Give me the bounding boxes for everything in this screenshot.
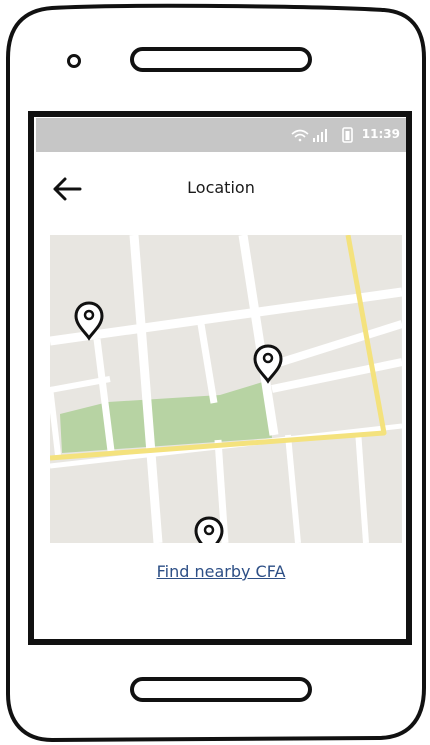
wifi-icon xyxy=(291,129,309,142)
status-bar: 11:39 xyxy=(36,118,406,152)
battery-icon xyxy=(342,127,353,143)
phone-screen: 11:39 Location Find nearby CFA xyxy=(36,118,406,638)
find-nearby-cfa-link[interactable]: Find nearby CFA xyxy=(36,562,406,581)
app-header: Location xyxy=(36,152,406,220)
status-time: 11:39 xyxy=(361,127,400,141)
map-view[interactable] xyxy=(50,235,402,543)
signal-icon xyxy=(313,129,327,142)
map-pin-icon[interactable] xyxy=(194,516,224,543)
status-icons xyxy=(291,127,353,143)
page-title: Location xyxy=(187,178,255,197)
